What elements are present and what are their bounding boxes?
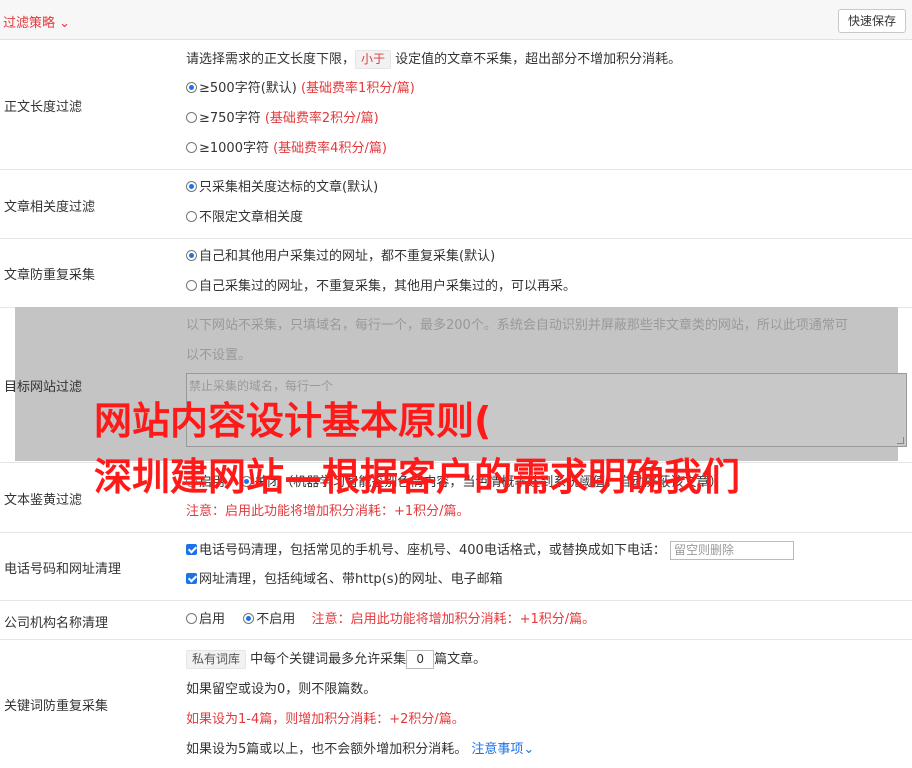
dedupe-row: 文章防重复采集 自己和其他用户采集过的网址，都不重复采集(默认) 自己采集过的网… [0, 239, 912, 308]
keyword-limit-line: 私有词库 中每个关键词最多允许采集 0 篇文章。 [186, 650, 486, 669]
url-cleanup-option[interactable]: 网址清理，包括纯域名、带http(s)的网址、电子邮箱 [186, 571, 503, 589]
keyword-note-unlimited: 如果留空或设为0，则不限篇数。 [186, 682, 377, 697]
target-site-label-overlay: 目标网站过滤 [4, 380, 83, 395]
radio-company-off[interactable] [243, 613, 255, 624]
radio-750[interactable] [186, 112, 197, 123]
watermark-line-2: 深圳建网站—根据客户的需求明确我们 [94, 455, 741, 499]
company-row: 公司机构名称清理 启用 不启用 注意：启用此功能将增加积分消耗：+1积分/篇。 [0, 601, 912, 640]
length-option-1000[interactable]: ≥1000字符 (基础费率4积分/篇) [186, 140, 387, 158]
less-than-tag: 小于 [355, 50, 392, 69]
target-site-desc-1: 以下网站不采集，只填域名，每行一个，最多200个。系统会自动识别并屏蔽那些非文章… [186, 318, 848, 333]
relevance-label: 文章相关度过滤 [4, 200, 96, 215]
phone-url-label: 电话号码和网址清理 [4, 562, 122, 577]
filter-strategy-title[interactable]: 过滤策略 ⌄ [3, 12, 70, 31]
relevance-option-strict[interactable]: 只采集相关度达标的文章(默认) [186, 179, 378, 197]
radio-relevance-any[interactable] [186, 211, 197, 222]
private-lexicon-tag[interactable]: 私有词库 [186, 650, 247, 669]
resize-handle-icon[interactable] [897, 437, 904, 444]
checkbox-phone[interactable] [186, 544, 197, 555]
target-site-desc-2: 以不设置。 [186, 348, 252, 363]
length-option-750[interactable]: ≥750字符 (基础费率2积分/篇) [186, 110, 379, 128]
company-label: 公司机构名称清理 [4, 616, 109, 631]
radio-relevance-strict[interactable] [186, 181, 197, 192]
replacement-phone-input[interactable]: 留空则删除 [669, 541, 794, 560]
radio-1000[interactable] [186, 142, 197, 153]
phone-url-row: 电话号码和网址清理 电话号码清理，包括常见的手机号、座机号、400电话格式，或替… [0, 533, 912, 601]
company-note: 注意：启用此功能将增加积分消耗：+1积分/篇。 [311, 612, 596, 627]
keyword-dedupe-label: 关键词防重复采集 [4, 699, 109, 714]
dedupe-option-all[interactable]: 自己和其他用户采集过的网址，都不重复采集(默认) [186, 248, 495, 266]
radio-500-selected[interactable] [186, 82, 197, 93]
phone-cleanup-option[interactable]: 电话号码清理，包括常见的手机号、座机号、400电话格式，或替换成如下电话： 留空… [186, 541, 794, 560]
keyword-dedupe-row: 关键词防重复采集 私有词库 中每个关键词最多允许采集 0 篇文章。 如果留空或设为0… [0, 640, 912, 768]
radio-dedupe-all[interactable] [186, 250, 197, 261]
dedupe-option-self[interactable]: 自己采集过的网址，不重复采集，其他用户采集过的，可以再采。 [186, 278, 576, 296]
filter-strategy-header: 过滤策略 ⌄ 快速保存 [0, 0, 912, 40]
relevance-option-any[interactable]: 不限定文章相关度 [186, 209, 303, 227]
length-filter-row: 正文长度过滤 请选择需求的正文长度下限， 小于 设定值的文章不采集，超出部分不增加… [0, 40, 912, 170]
porn-filter-label: 文本鉴黄过滤 [4, 493, 83, 508]
length-option-500[interactable]: ≥500字符(默认) (基础费率1积分/篇) [186, 80, 415, 98]
notes-link[interactable]: 注意事项⌄ [471, 742, 534, 757]
keyword-note-free: 如果设为5篇或以上，也不会额外增加积分消耗。 注意事项⌄ [186, 742, 535, 757]
keyword-limit-input[interactable]: 0 [406, 650, 435, 669]
porn-filter-note: 注意：启用此功能将增加积分消耗：+1积分/篇。 [186, 504, 470, 519]
checkbox-url[interactable] [186, 573, 197, 584]
quick-save-button[interactable]: 快速保存 [837, 9, 906, 33]
length-filter-intro: 请选择需求的正文长度下限， 小于 设定值的文章不采集，超出部分不增加积分消耗。 [186, 50, 682, 69]
radio-company-on[interactable] [186, 613, 197, 624]
watermark-line-1: 网站内容设计基本原则( [94, 399, 492, 443]
length-filter-label: 正文长度过滤 [4, 100, 83, 115]
keyword-note-cost: 如果设为1-4篇，则增加积分消耗：+2积分/篇。 [186, 712, 465, 727]
radio-dedupe-self[interactable] [186, 280, 197, 291]
dedupe-label: 文章防重复采集 [4, 268, 96, 283]
company-options: 启用 不启用 注意：启用此功能将增加积分消耗：+1积分/篇。 [186, 611, 595, 629]
relevance-row: 文章相关度过滤 只采集相关度达标的文章(默认) 不限定文章相关度 [0, 170, 912, 239]
